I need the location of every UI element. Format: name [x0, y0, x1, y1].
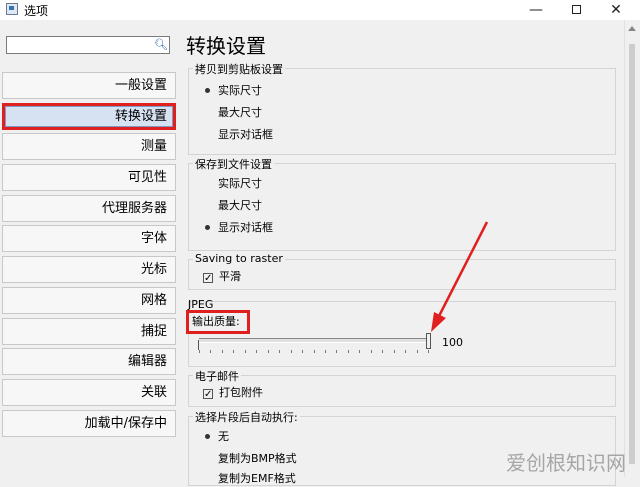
nav-item-association[interactable]: 关联: [2, 378, 176, 406]
radio-icon: [203, 454, 212, 463]
minimize-button[interactable]: —: [518, 0, 554, 20]
slider-tick: [394, 350, 395, 353]
slider-tick: [302, 350, 303, 353]
slider-tick: [291, 350, 292, 353]
slider-tick: [336, 350, 337, 353]
slider-tick: [210, 350, 211, 353]
jpeg-group: [188, 301, 616, 367]
window-title: 选项: [24, 4, 49, 18]
checkmark-icon: ✓: [203, 273, 213, 284]
radio-icon: [203, 474, 212, 483]
radio-selected-icon: [203, 432, 212, 441]
nav-item-grid[interactable]: 网格: [2, 286, 176, 314]
page-title: 转换设置: [186, 34, 266, 58]
slider-tick: [268, 350, 269, 353]
slider-tick: [222, 350, 223, 353]
slider-tick: [371, 350, 372, 353]
slider-tick: [405, 350, 406, 353]
slider-tick: [245, 350, 246, 353]
quality-label: 输出质量:: [186, 310, 250, 334]
vertical-scrollbar[interactable]: [624, 20, 640, 477]
slider-tick: [417, 350, 418, 353]
option-label: 显示对话框: [218, 128, 273, 141]
clipboard-legend: 拷贝到剪贴板设置: [193, 61, 285, 77]
slider-tick: [314, 350, 315, 353]
autorun-option-bmp[interactable]: 复制为BMP格式: [203, 451, 297, 467]
maximize-icon: [571, 5, 581, 14]
slider-tick: [256, 350, 257, 353]
scroll-thumb[interactable]: [629, 44, 635, 464]
autorun-option-none[interactable]: 无: [203, 429, 229, 445]
autorun-legend: 选择片段后自动执行:: [193, 409, 300, 425]
close-button[interactable]: ✕: [598, 0, 634, 20]
file-option-max[interactable]: 最大尺寸: [203, 198, 262, 214]
nav-item-proxy[interactable]: 代理服务器: [2, 194, 176, 222]
file-option-dialog[interactable]: 显示对话框: [203, 220, 273, 236]
autorun-option-emf[interactable]: 复制为EMF格式: [203, 471, 296, 487]
raster-group: Saving to raster ✓ 平滑: [188, 252, 616, 290]
nav-item-font[interactable]: 字体: [2, 225, 176, 253]
nav-item-general[interactable]: 一般设置: [2, 72, 176, 99]
file-legend: 保存到文件设置: [193, 156, 274, 172]
checkbox-label: 打包附件: [219, 386, 263, 399]
option-label: 实际尺寸: [218, 177, 262, 190]
nav-item-cursor[interactable]: 光标: [2, 256, 176, 284]
checkbox-label: 平滑: [219, 270, 241, 283]
option-label: 显示对话框: [218, 221, 273, 234]
file-group: 保存到文件设置 实际尺寸 最大尺寸 显示对话框: [188, 156, 616, 251]
scroll-up-icon[interactable]: [628, 26, 636, 31]
app-icon: [6, 3, 18, 15]
slider-tick: [279, 350, 280, 353]
email-legend: 电子邮件: [193, 368, 241, 384]
slider-tick: [428, 350, 429, 353]
raster-legend: Saving to raster: [193, 252, 285, 265]
nav-item-snap[interactable]: 捕捉: [2, 317, 176, 345]
clipboard-option-dialog[interactable]: 显示对话框: [203, 127, 273, 143]
radio-selected-icon: [203, 86, 212, 95]
radio-icon: [203, 201, 212, 210]
option-label: 最大尺寸: [218, 199, 262, 212]
left-panel: 🔍︎ 一般设置 转换设置 测量 可见性 代理服务器 字体 光标 网格 捕捉 编辑…: [0, 20, 180, 477]
nav-item-conversion[interactable]: 转换设置: [2, 102, 176, 130]
radio-icon: [203, 108, 212, 117]
nav-list: 一般设置 转换设置 测量 可见性 代理服务器 字体 光标 网格 捕捉 编辑器 关…: [2, 72, 176, 440]
nav-item-load-save[interactable]: 加载中/保存中: [2, 409, 176, 437]
slider-tick: [233, 350, 234, 353]
slider-ticks: [199, 350, 429, 354]
slider-thumb[interactable]: [426, 333, 431, 349]
slider-tick: [348, 350, 349, 353]
option-label: 最大尺寸: [218, 106, 262, 119]
quality-value: 100: [442, 336, 463, 349]
title-bar: 选项 — ✕: [0, 0, 640, 20]
option-label: 无: [218, 430, 229, 443]
quality-slider[interactable]: [199, 338, 429, 343]
maximize-button[interactable]: [558, 0, 594, 20]
option-label: 实际尺寸: [218, 84, 262, 97]
nav-item-editor[interactable]: 编辑器: [2, 348, 176, 376]
search-input[interactable]: 🔍︎: [6, 36, 170, 54]
watermark: 爱创根知识网: [506, 451, 626, 475]
nav-item-measure[interactable]: 测量: [2, 133, 176, 161]
radio-icon: [203, 130, 212, 139]
email-group: 电子邮件 ✓ 打包附件: [188, 368, 616, 407]
radio-icon: [203, 179, 212, 188]
clipboard-group: 拷贝到剪贴板设置 实际尺寸 最大尺寸 显示对话框: [188, 61, 616, 155]
file-option-actual[interactable]: 实际尺寸: [203, 176, 262, 192]
nav-item-visibility[interactable]: 可见性: [2, 164, 176, 192]
slider-tick: [359, 350, 360, 353]
clipboard-option-actual[interactable]: 实际尺寸: [203, 83, 262, 99]
slider-tick: [199, 350, 200, 353]
pack-attachment-checkbox[interactable]: ✓ 打包附件: [203, 385, 263, 401]
search-icon[interactable]: 🔍︎: [154, 38, 168, 52]
slider-tick: [325, 350, 326, 353]
checkmark-icon: ✓: [203, 389, 213, 400]
clipboard-option-max[interactable]: 最大尺寸: [203, 105, 262, 121]
settings-panel: 转换设置 拷贝到剪贴板设置 实际尺寸 最大尺寸 显示对话框 保存到文件设置 实际…: [180, 20, 624, 486]
radio-selected-icon: [203, 223, 212, 232]
option-label: 复制为EMF格式: [218, 472, 296, 485]
smooth-checkbox[interactable]: ✓ 平滑: [203, 269, 241, 285]
option-label: 复制为BMP格式: [218, 452, 297, 465]
slider-tick: [382, 350, 383, 353]
